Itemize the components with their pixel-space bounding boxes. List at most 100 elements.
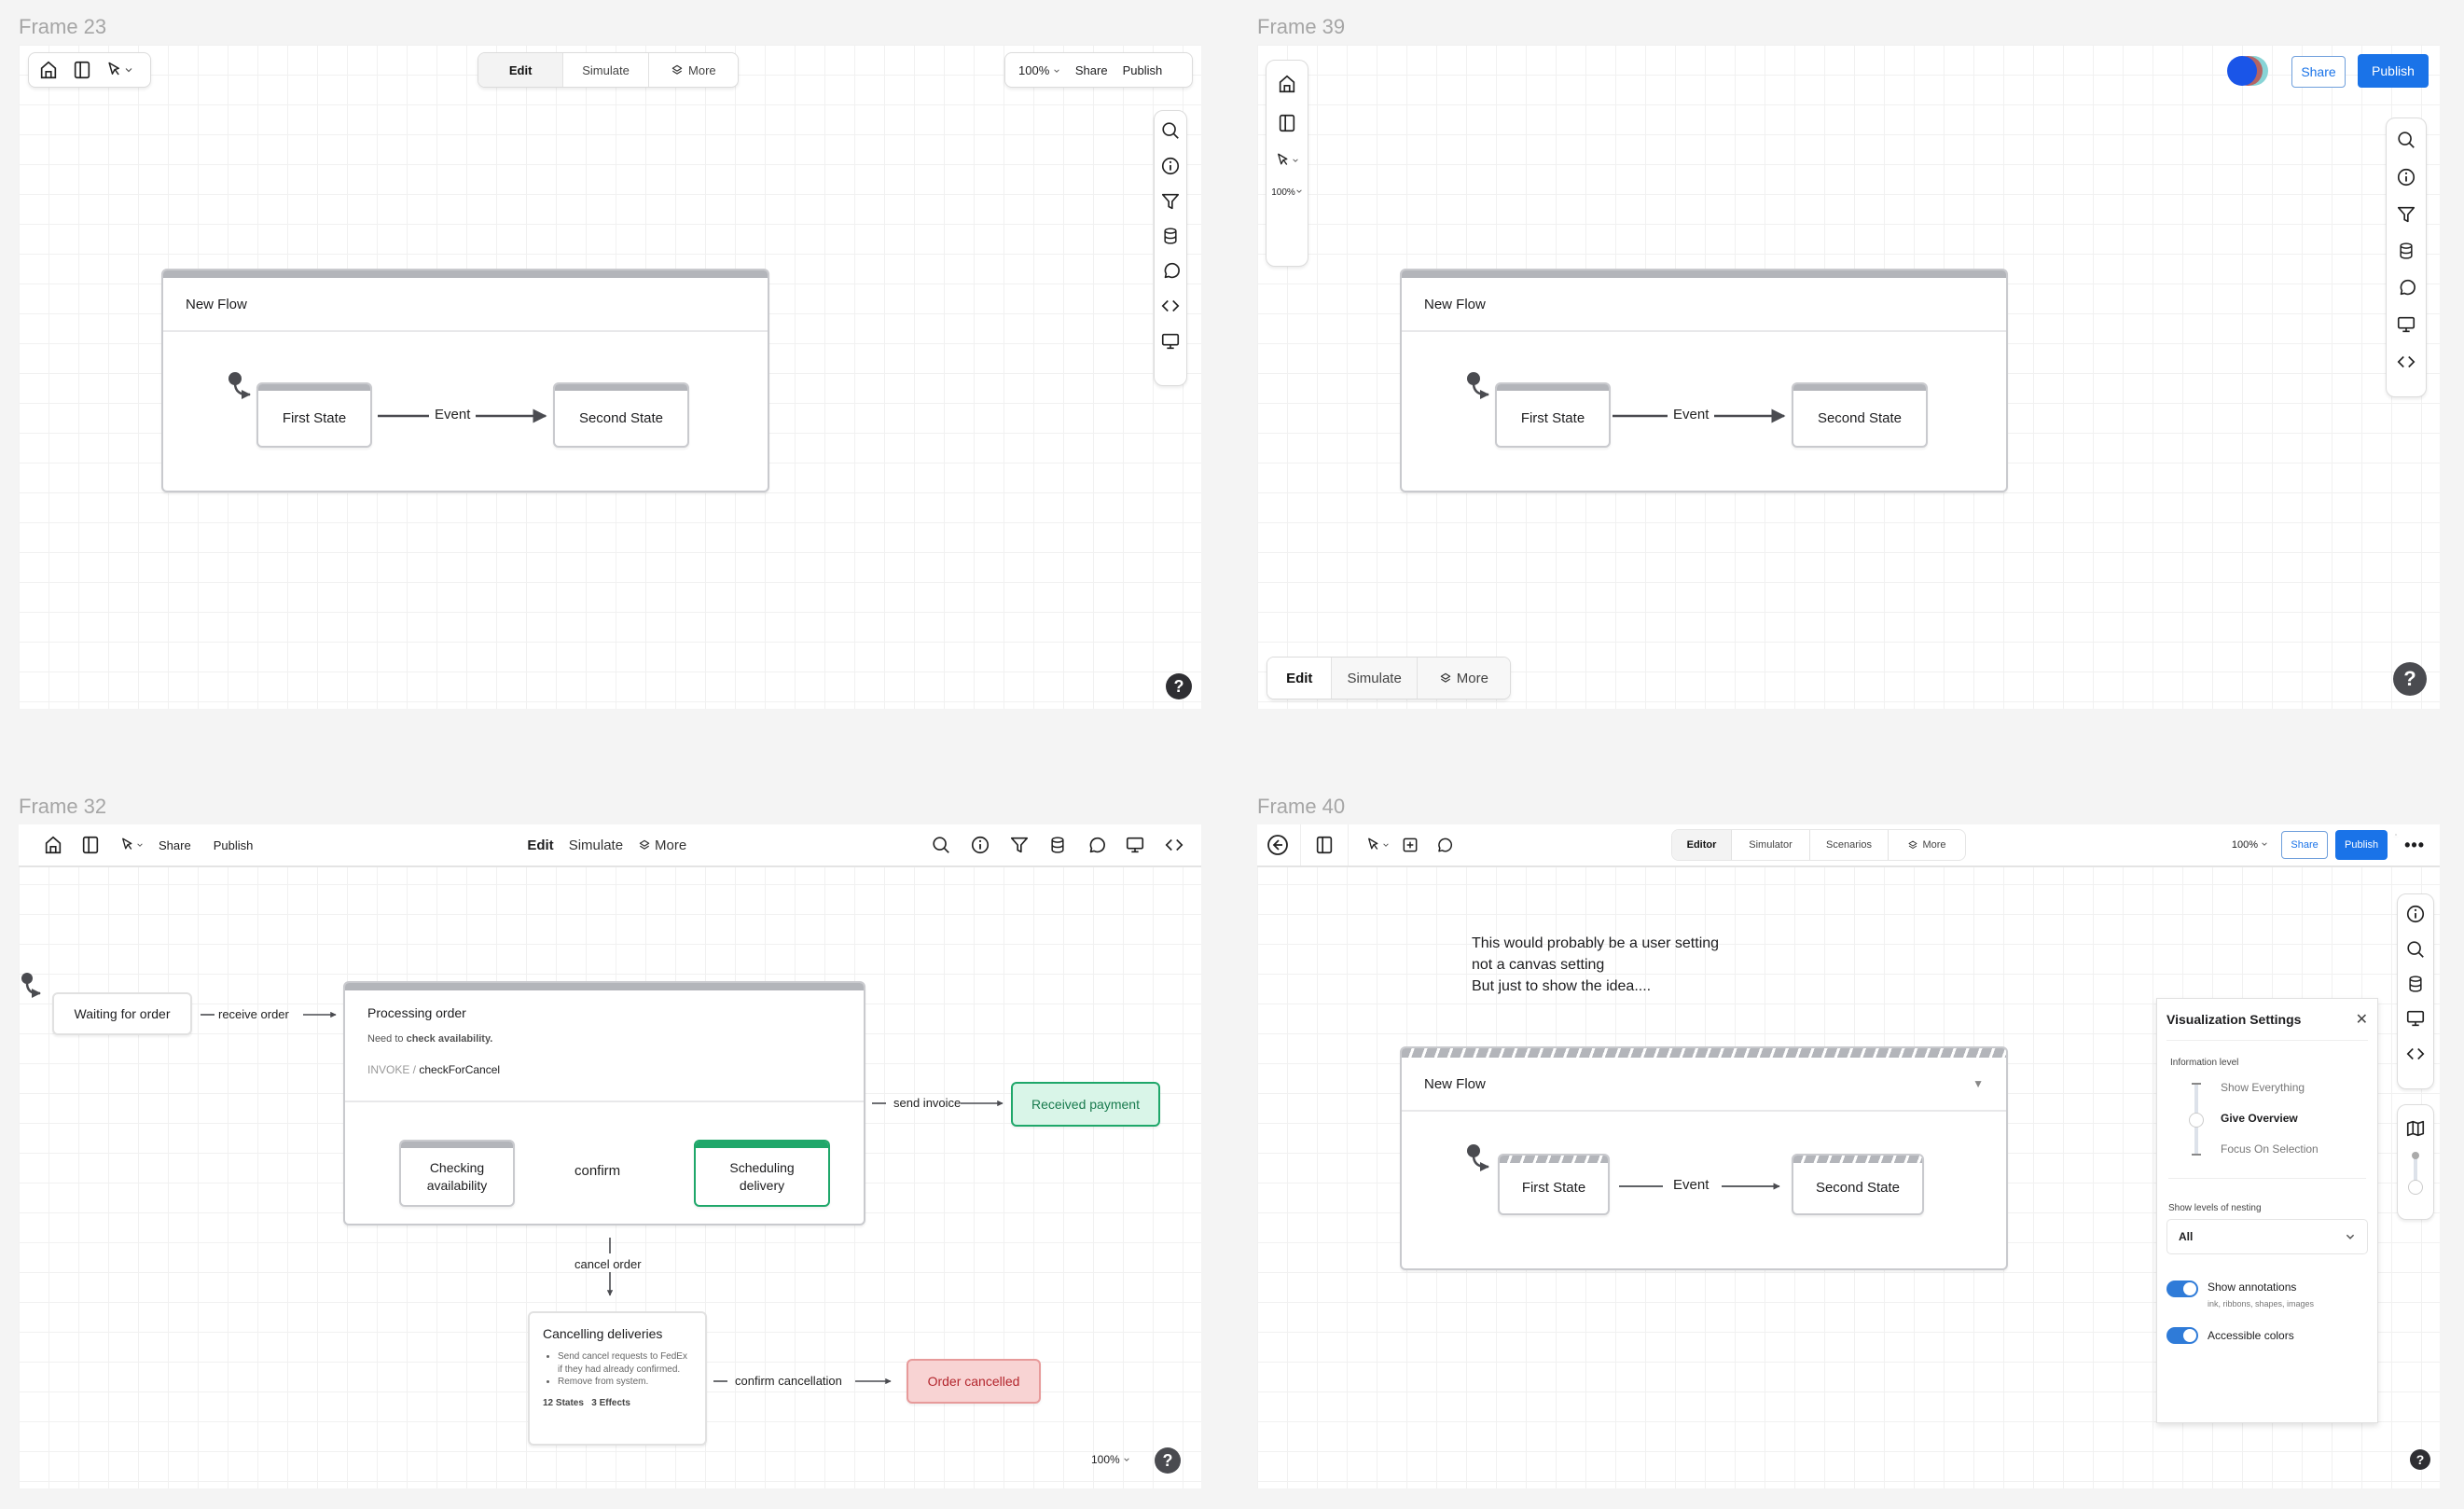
- state-scheduling-delivery[interactable]: Scheduling delivery: [694, 1140, 830, 1207]
- tab-simulate[interactable]: Simulate: [569, 838, 623, 853]
- share-button[interactable]: Share: [159, 838, 191, 852]
- comment-icon[interactable]: [1086, 835, 1106, 855]
- event-label[interactable]: Event: [1673, 1177, 1709, 1193]
- code-icon[interactable]: [1160, 296, 1181, 316]
- database-icon[interactable]: [1048, 835, 1067, 855]
- monitor-icon[interactable]: [1125, 835, 1145, 855]
- sidebar-icon[interactable]: [1277, 113, 1297, 133]
- home-icon[interactable]: [1277, 74, 1297, 94]
- code-icon[interactable]: [1164, 835, 1184, 855]
- info-icon[interactable]: [1160, 156, 1181, 176]
- pointer-tool-icon[interactable]: [1365, 837, 1390, 853]
- zoom-select[interactable]: 100%: [1018, 63, 1060, 77]
- search-icon[interactable]: [2405, 939, 2426, 960]
- event-label[interactable]: Event: [1673, 407, 1709, 422]
- filter-icon[interactable]: [2396, 204, 2416, 225]
- zoom-select[interactable]: 100%: [2232, 839, 2268, 851]
- database-icon[interactable]: [2397, 242, 2416, 260]
- edge-cancel-order[interactable]: cancel order: [574, 1257, 642, 1271]
- level-focus-selection[interactable]: Focus On Selection: [2221, 1142, 2319, 1156]
- filter-icon[interactable]: [1009, 835, 1030, 855]
- tab-more[interactable]: More: [1417, 658, 1510, 699]
- tab-simulator[interactable]: Simulator: [1732, 830, 1810, 860]
- zoom-select[interactable]: 100%: [1091, 1453, 1130, 1466]
- sidebar-icon[interactable]: [80, 835, 101, 855]
- pointer-tool-icon[interactable]: [105, 61, 133, 79]
- comment-icon[interactable]: [1160, 260, 1181, 281]
- close-icon[interactable]: ✕: [2356, 1010, 2368, 1029]
- share-button[interactable]: Share: [1075, 63, 1108, 77]
- monitor-icon[interactable]: [2405, 1008, 2426, 1029]
- monitor-icon[interactable]: [2396, 314, 2416, 335]
- tab-more[interactable]: More: [638, 838, 686, 853]
- publish-button[interactable]: Publish: [2335, 830, 2388, 860]
- comment-icon[interactable]: [2396, 277, 2416, 298]
- state-first[interactable]: First State: [1498, 1154, 1610, 1215]
- help-button[interactable]: ?: [2410, 1449, 2430, 1470]
- state-first[interactable]: First State: [1495, 382, 1611, 448]
- help-button[interactable]: ?: [1155, 1447, 1181, 1474]
- event-label[interactable]: Event: [435, 407, 470, 422]
- level-give-overview[interactable]: Give Overview: [2221, 1112, 2298, 1125]
- publish-button[interactable]: Publish: [2358, 54, 2429, 88]
- edge-confirm-cancellation[interactable]: confirm cancellation: [735, 1374, 842, 1388]
- tab-more[interactable]: More: [649, 53, 738, 87]
- tab-edit[interactable]: Edit: [527, 838, 553, 853]
- sidebar-icon[interactable]: [1301, 824, 1349, 865]
- state-second[interactable]: Second State: [553, 382, 689, 448]
- comment-icon[interactable]: [1434, 836, 1453, 854]
- edge-receive-order[interactable]: receive order: [218, 1007, 289, 1021]
- add-state-icon[interactable]: [1401, 836, 1419, 854]
- info-icon[interactable]: [2405, 904, 2426, 924]
- info-level-slider[interactable]: Show Everything Give Overview Focus On S…: [2157, 1079, 2377, 1165]
- more-options-icon[interactable]: •••: [2404, 836, 2425, 855]
- tab-simulate[interactable]: Simulate: [1332, 658, 1418, 699]
- search-icon[interactable]: [1160, 120, 1181, 141]
- code-icon[interactable]: [2396, 352, 2416, 372]
- code-icon[interactable]: [2405, 1044, 2426, 1064]
- accessible-colors-toggle[interactable]: [2166, 1327, 2198, 1344]
- monitor-icon[interactable]: [1160, 331, 1181, 352]
- state-received-payment[interactable]: Received payment: [1011, 1082, 1160, 1127]
- publish-button[interactable]: Publish: [1123, 63, 1163, 77]
- collaborators-avatars[interactable]: [2227, 56, 2274, 86]
- show-annotations-toggle[interactable]: [2166, 1281, 2198, 1297]
- filter-icon[interactable]: [1160, 191, 1181, 212]
- edge-confirm[interactable]: confirm: [574, 1163, 620, 1179]
- publish-button[interactable]: Publish: [214, 838, 254, 852]
- share-button[interactable]: Share: [2281, 831, 2329, 859]
- nesting-select[interactable]: All: [2166, 1219, 2368, 1254]
- help-button[interactable]: ?: [2393, 662, 2427, 696]
- tab-simulate[interactable]: Simulate: [563, 53, 649, 87]
- info-icon[interactable]: [2396, 167, 2416, 187]
- zoom-select[interactable]: 100%: [1271, 187, 1303, 198]
- back-icon[interactable]: [1267, 824, 1301, 865]
- state-cancelling-deliveries[interactable]: Cancelling deliveries Send cancel reques…: [528, 1311, 707, 1446]
- state-waiting-for-order[interactable]: Waiting for order: [52, 992, 192, 1035]
- pointer-tool-icon[interactable]: [119, 837, 144, 853]
- info-icon[interactable]: [970, 835, 990, 855]
- home-icon[interactable]: [43, 835, 63, 855]
- search-icon[interactable]: [931, 835, 951, 855]
- share-button[interactable]: Share: [2291, 56, 2346, 88]
- state-second[interactable]: Second State: [1792, 382, 1928, 448]
- help-button[interactable]: ?: [1166, 673, 1192, 699]
- edge-send-invoice[interactable]: send invoice: [893, 1096, 961, 1110]
- pointer-tool-icon[interactable]: [1275, 152, 1299, 169]
- tab-edit[interactable]: Edit: [1267, 658, 1333, 699]
- minimap-zoom-slider[interactable]: [2408, 1152, 2423, 1195]
- slider-handle[interactable]: [2189, 1113, 2204, 1128]
- state-second[interactable]: Second State: [1792, 1154, 1924, 1215]
- collapse-triangle-icon[interactable]: ▼: [1973, 1077, 1984, 1090]
- search-icon[interactable]: [2396, 130, 2416, 150]
- tab-scenarios[interactable]: Scenarios: [1810, 830, 1889, 860]
- tab-more[interactable]: More: [1889, 830, 1965, 860]
- flow-container[interactable]: New Flow: [161, 269, 769, 492]
- flow-container[interactable]: New Flow: [1400, 269, 2008, 492]
- sidebar-icon[interactable]: [72, 60, 92, 80]
- map-icon[interactable]: [2405, 1118, 2426, 1139]
- state-checking-availability[interactable]: Checking availability: [399, 1140, 515, 1207]
- tab-editor[interactable]: Editor: [1672, 830, 1732, 860]
- home-icon[interactable]: [38, 60, 59, 80]
- level-show-everything[interactable]: Show Everything: [2221, 1081, 2305, 1094]
